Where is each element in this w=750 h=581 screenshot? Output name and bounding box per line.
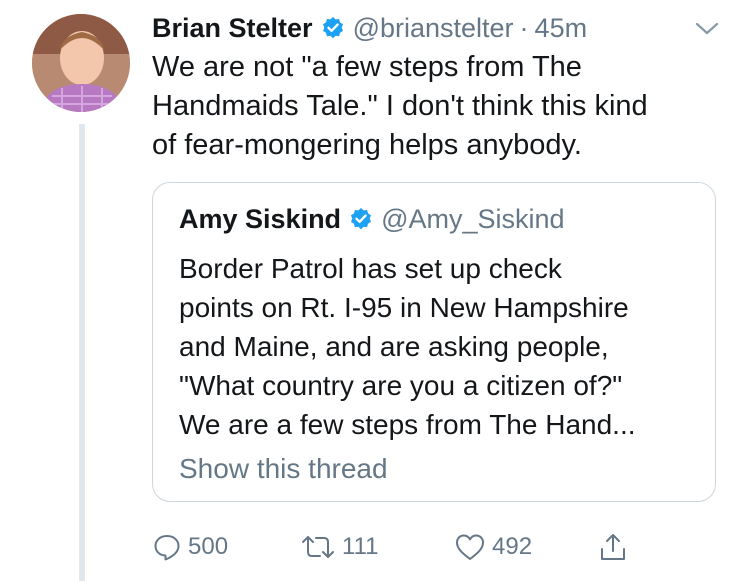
like-count: 492 <box>492 533 533 560</box>
author-handle[interactable]: @brianstelter <box>353 13 514 44</box>
retweet-button[interactable]: 111 <box>300 530 378 564</box>
person-avatar-icon <box>32 14 130 112</box>
quoted-text-line: We are a few steps from The Hand... <box>179 409 636 440</box>
quoted-author-name: Amy Siskind <box>179 203 342 234</box>
like-button[interactable]: 492 <box>454 530 532 564</box>
tweet-text-line: We are not "a few steps from The <box>152 51 582 83</box>
quoted-text-line: and Maine, and are asking people, <box>179 331 609 362</box>
quoted-text-line: "What country are you a citizen of?" <box>179 370 623 401</box>
reply-button[interactable]: 500 <box>152 530 228 564</box>
tweet-text-line: of fear-mongering helps anybody. <box>152 129 582 161</box>
chevron-down-icon[interactable] <box>694 18 720 38</box>
tweet-text: We are not "a few steps from The Handmai… <box>152 48 732 165</box>
quoted-tweet-header: Amy Siskind @Amy_Siskind <box>179 201 565 237</box>
thread-line <box>79 124 85 581</box>
share-icon <box>601 534 625 560</box>
reply-count: 500 <box>188 533 229 560</box>
verified-badge-icon <box>349 207 373 231</box>
reply-icon <box>154 535 180 561</box>
tweet-header: Brian Stelter @brianstelter · 45m <box>152 10 587 46</box>
quoted-tweet-text: Border Patrol has set up check points on… <box>179 249 636 444</box>
verified-badge-icon <box>321 16 345 40</box>
quoted-author-handle: @Amy_Siskind <box>381 203 565 234</box>
tweet-text-line: Handmaids Tale." I don't think this kind <box>152 90 648 122</box>
tweet-actions: 500 111 492 <box>152 530 652 564</box>
avatar[interactable] <box>32 14 130 112</box>
retweet-icon <box>302 536 334 558</box>
share-button[interactable] <box>598 530 628 564</box>
quoted-text-line: points on Rt. I-95 in New Hampshire <box>179 292 629 323</box>
quoted-tweet-card[interactable]: Amy Siskind @Amy_Siskind Border Patrol h… <box>152 182 716 502</box>
separator-dot: · <box>519 12 529 43</box>
tweet-timestamp[interactable]: 45m <box>535 13 588 44</box>
heart-icon <box>456 534 484 560</box>
quoted-text-line: Border Patrol has set up check <box>179 253 562 284</box>
retweet-count: 111 <box>342 533 379 560</box>
author-name[interactable]: Brian Stelter <box>152 13 313 44</box>
show-thread-link[interactable]: Show this thread <box>179 453 388 485</box>
